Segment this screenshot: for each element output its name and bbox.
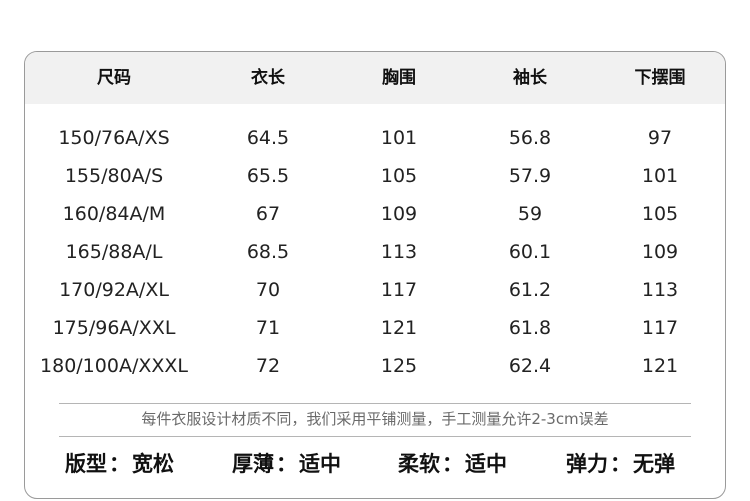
cell-size: 180/100A/XXXL [40,355,188,377]
cell-length: 70 [255,279,281,301]
cell-length: 68.5 [246,241,290,263]
table-row: 165/88A/L 68.5 113 60.1 109 [25,233,725,271]
table-row: 160/84A/M 67 109 59 105 [25,195,725,233]
attribute-fit: 版型：宽松 [65,447,174,481]
note-bottom-divider [59,436,691,437]
attribute-thickness: 厚薄：适中 [232,447,341,481]
cell-chest: 113 [380,241,418,263]
cell-sleeve: 56.8 [508,127,552,149]
cell-size: 150/76A/XS [58,127,170,149]
table-row: 155/80A/S 65.5 105 57.9 101 [25,157,725,195]
cell-hem: 109 [641,241,679,263]
cell-size: 155/80A/S [64,165,164,187]
cell-sleeve: 62.4 [508,355,552,377]
attribute-separator: ： [610,452,631,476]
table-row: 150/76A/XS 64.5 101 56.8 97 [25,119,725,157]
cell-length: 72 [255,355,281,377]
attribute-value: 适中 [299,452,341,476]
cell-chest: 125 [380,355,418,377]
attribute-separator: ： [276,452,297,476]
attribute-separator: ： [109,452,130,476]
attribute-value: 宽松 [132,452,174,476]
cell-hem: 121 [641,355,679,377]
measurement-note: 每件衣服设计材质不同，我们采用平铺测量，手工测量允许2-3cm误差 [141,410,609,428]
cell-hem: 101 [641,165,679,187]
fabric-attributes: 版型：宽松 厚薄：适中 柔软：适中 弹力：无弹 [25,447,725,481]
table-header-row: 尺码 衣长 胸围 袖长 下摆围 [25,52,725,104]
cell-sleeve: 59 [517,203,543,225]
size-chart-card: 尺码 衣长 胸围 袖长 下摆围 150/76A/XS 64.5 101 56.8… [24,51,726,499]
header-hem: 下摆围 [634,68,686,88]
cell-size: 160/84A/M [62,203,166,225]
cell-sleeve: 60.1 [508,241,552,263]
cell-chest: 105 [380,165,418,187]
cell-length: 64.5 [246,127,290,149]
attribute-label: 柔软 [398,452,440,476]
header-chest: 胸围 [382,68,416,88]
table-row: 170/92A/XL 70 117 61.2 113 [25,271,725,309]
header-size: 尺码 [97,68,131,88]
attribute-softness: 柔软：适中 [398,447,507,481]
header-sleeve: 袖长 [513,68,547,88]
cell-length: 65.5 [246,165,290,187]
table-row: 180/100A/XXXL 72 125 62.4 121 [25,347,725,385]
cell-size: 175/96A/XXL [52,317,176,339]
cell-hem: 113 [641,279,679,301]
cell-chest: 121 [380,317,418,339]
cell-chest: 101 [380,127,418,149]
table-row: 175/96A/XXL 71 121 61.8 117 [25,309,725,347]
attribute-elasticity: 弹力：无弹 [566,447,675,481]
cell-size: 170/92A/XL [59,279,169,301]
cell-chest: 117 [380,279,418,301]
cell-hem: 97 [647,127,673,149]
cell-sleeve: 61.8 [508,317,552,339]
attribute-label: 弹力 [566,452,608,476]
cell-sleeve: 61.2 [508,279,552,301]
cell-sleeve: 57.9 [508,165,552,187]
cell-size: 165/88A/L [65,241,163,263]
cell-length: 71 [255,317,281,339]
attribute-value: 适中 [465,452,507,476]
attribute-value: 无弹 [633,452,675,476]
attribute-label: 厚薄 [232,452,274,476]
cell-hem: 117 [641,317,679,339]
cell-length: 67 [255,203,281,225]
attribute-separator: ： [442,452,463,476]
attribute-label: 版型 [65,452,107,476]
cell-chest: 109 [380,203,418,225]
cell-hem: 105 [641,203,679,225]
header-length: 衣长 [251,68,285,88]
